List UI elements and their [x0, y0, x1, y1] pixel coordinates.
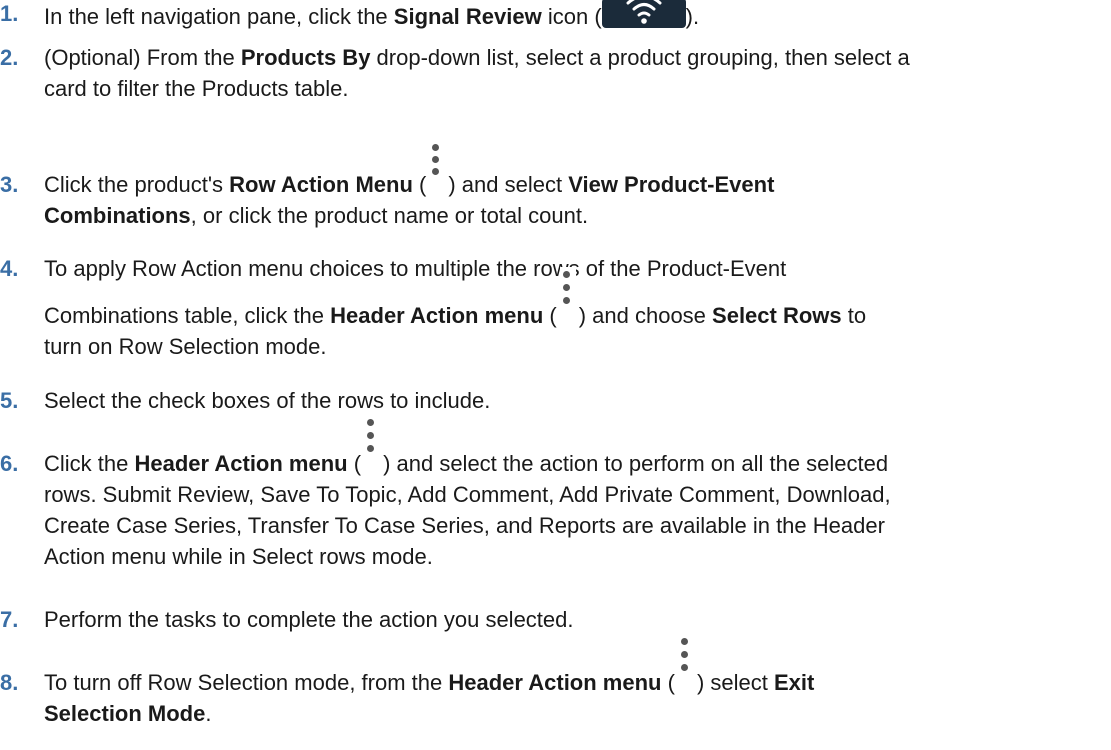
step-number: 5.	[0, 388, 19, 413]
step-text: (Optional) From the Products By drop-dow…	[44, 42, 1104, 104]
step-text: To turn off Row Selection mode, from the…	[44, 634, 1104, 729]
ui-term: Products By	[240, 45, 371, 70]
step-text: In the left navigation pane, click the S…	[44, 0, 1104, 32]
step-line: To turn off Row Selection mode, from the…	[44, 634, 1104, 698]
text-run: ).	[685, 4, 700, 29]
ui-term: Header Action menu	[134, 451, 348, 476]
ui-term: Combinations	[44, 203, 191, 228]
row-action-menu-icon	[426, 140, 448, 194]
step-line: Selection Mode.	[44, 698, 1104, 729]
step-line: card to filter the Products table.	[44, 76, 349, 101]
ui-term: Signal Review	[393, 4, 542, 29]
step-number: 8.	[0, 670, 19, 695]
text-run: (	[347, 451, 362, 476]
step-line: Select the check boxes of the rows to in…	[44, 388, 491, 413]
signal-review-icon	[601, 0, 686, 28]
text-run: (	[661, 670, 675, 695]
step-line: rows. Submit Review, Save To Topic, Add …	[44, 482, 891, 507]
text-run: Click the	[44, 451, 135, 476]
text-run: (	[543, 303, 557, 328]
text-run: In the left navigation pane, click the	[44, 4, 394, 29]
step-line: Create Case Series, Transfer To Case Ser…	[44, 513, 885, 538]
ui-term: Header Action menu	[448, 670, 662, 695]
text-run: (Optional) From the	[44, 45, 241, 70]
ui-term: Row Action Menu	[229, 172, 413, 197]
step-text: Click the product's Row Action Menu ( ) a…	[44, 140, 1104, 231]
text-run: Combinations table, click the	[44, 303, 331, 328]
text-run: , or click the product name or total cou…	[190, 203, 589, 228]
step-line: In the left navigation pane, click the S…	[44, 0, 1104, 32]
step-line: turn on Row Selection mode.	[44, 334, 327, 359]
text-run: drop-down list, select a product groupin…	[370, 45, 910, 70]
step-line: Click the Header Action menu ( ) and sele…	[44, 415, 1104, 479]
step-number: 3.	[0, 172, 19, 197]
ui-term: Selection Mode	[44, 701, 206, 726]
text-run: Click the product's	[44, 172, 230, 197]
step-text: Perform the tasks to complete the action…	[44, 604, 1104, 635]
header-action-menu-icon	[675, 634, 697, 692]
step-number: 7.	[0, 607, 19, 632]
text-run: ) and select the action to perform on al…	[383, 451, 889, 476]
step-line: Perform the tasks to complete the action…	[44, 607, 574, 632]
ui-term: View Product-Event	[568, 172, 775, 197]
step-number: 4.	[0, 256, 19, 281]
step-line: Combinations, or click the product name …	[44, 200, 1104, 231]
text-run: To turn off Row Selection mode, from the	[44, 670, 449, 695]
text-run: .	[205, 701, 212, 726]
text-run: (	[412, 172, 427, 197]
text-run: ) and select	[448, 172, 569, 197]
step-number: 1.	[0, 1, 19, 26]
text-run: ) select	[696, 670, 774, 695]
step-line: Combinations table, click the Header Act…	[44, 267, 1104, 331]
ui-term: Select Rows	[712, 303, 842, 328]
step-line: (Optional) From the Products By drop-dow…	[44, 42, 1104, 73]
header-action-menu-icon	[361, 415, 383, 473]
header-action-menu-icon	[557, 267, 579, 325]
step-text: Click the Header Action menu ( ) and sele…	[44, 415, 1104, 572]
text-run: to	[841, 303, 867, 328]
step-text: To apply Row Action menu choices to mult…	[44, 253, 1104, 362]
step-text: Select the check boxes of the rows to in…	[44, 385, 1104, 416]
text-run: ) and choose	[578, 303, 713, 328]
ui-term: Header Action menu	[330, 303, 544, 328]
ui-term: Exit	[773, 670, 815, 695]
text-run: icon (	[541, 4, 602, 29]
step-number: 6.	[0, 451, 19, 476]
step-line: Action menu while in Select rows mode.	[44, 544, 433, 569]
step-line: Click the product's Row Action Menu ( ) a…	[44, 140, 1104, 200]
step-number: 2.	[0, 45, 19, 70]
